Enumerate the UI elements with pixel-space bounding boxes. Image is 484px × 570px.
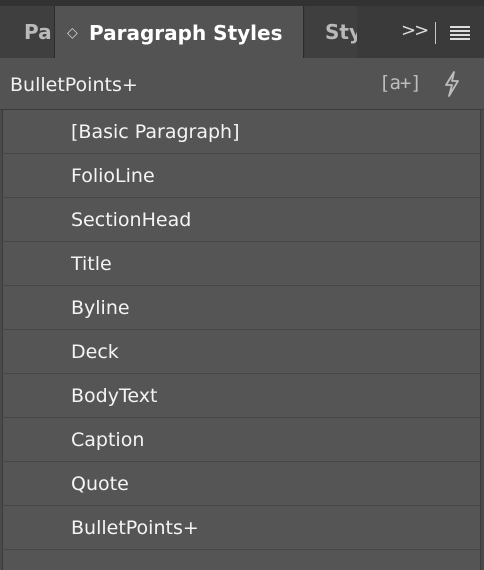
tab-paragraph-styles[interactable]: ◇ Paragraph Styles xyxy=(54,6,304,60)
styles-list-area: [Basic Paragraph] FolioLine SectionHead Tit… xyxy=(0,110,484,570)
list-item[interactable]: Quote xyxy=(3,462,480,506)
panel-tab-bar: Pa ◇ Paragraph Styles Sty >> xyxy=(0,0,484,60)
styles-header: BulletPoints+ [a+] xyxy=(0,58,484,110)
style-name-label: Quote xyxy=(71,472,129,495)
list-item[interactable]: [Basic Paragraph] xyxy=(3,110,480,154)
style-name-label: Byline xyxy=(71,296,130,319)
list-item[interactable]: Byline xyxy=(3,286,480,330)
list-empty-row xyxy=(3,550,480,570)
new-style-group-icon[interactable]: [a+] xyxy=(379,72,422,94)
list-item[interactable]: Title xyxy=(3,242,480,286)
tab-paragraph-collapsed[interactable]: Pa xyxy=(0,6,54,58)
list-item[interactable]: FolioLine xyxy=(3,154,480,198)
list-item[interactable]: BulletPoints+ xyxy=(3,506,480,550)
list-item[interactable]: Deck xyxy=(3,330,480,374)
style-name-label: Caption xyxy=(71,428,145,451)
tab-styles-label: Sty xyxy=(325,20,357,44)
tab-paragraph-styles-label: Paragraph Styles xyxy=(89,21,283,45)
style-name-label: SectionHead xyxy=(71,208,192,231)
style-name-label: Title xyxy=(71,252,112,275)
style-name-label: FolioLine xyxy=(71,164,155,187)
style-name-label: [Basic Paragraph] xyxy=(71,120,240,143)
tab-controls: >> xyxy=(358,6,484,58)
panel-menu-icon[interactable] xyxy=(450,26,470,40)
tab-styles-collapsed[interactable]: Sty xyxy=(305,6,357,58)
paragraph-styles-list[interactable]: [Basic Paragraph] FolioLine SectionHead Tit… xyxy=(2,110,481,570)
tab-paragraph-label: Pa xyxy=(24,20,52,44)
style-name-label: BodyText xyxy=(71,384,158,407)
list-item[interactable]: BodyText xyxy=(3,374,480,418)
list-item[interactable]: SectionHead xyxy=(3,198,480,242)
style-name-label: Deck xyxy=(71,340,119,363)
tab-divider xyxy=(435,22,436,44)
chevron-updown-icon: ◇ xyxy=(67,25,78,41)
list-item[interactable]: Caption xyxy=(3,418,480,462)
current-style-label: BulletPoints+ xyxy=(10,74,138,96)
quick-apply-lightning-icon[interactable] xyxy=(442,70,462,98)
overflow-chevron-icon[interactable]: >> xyxy=(401,20,429,41)
style-name-label: BulletPoints+ xyxy=(71,516,199,539)
